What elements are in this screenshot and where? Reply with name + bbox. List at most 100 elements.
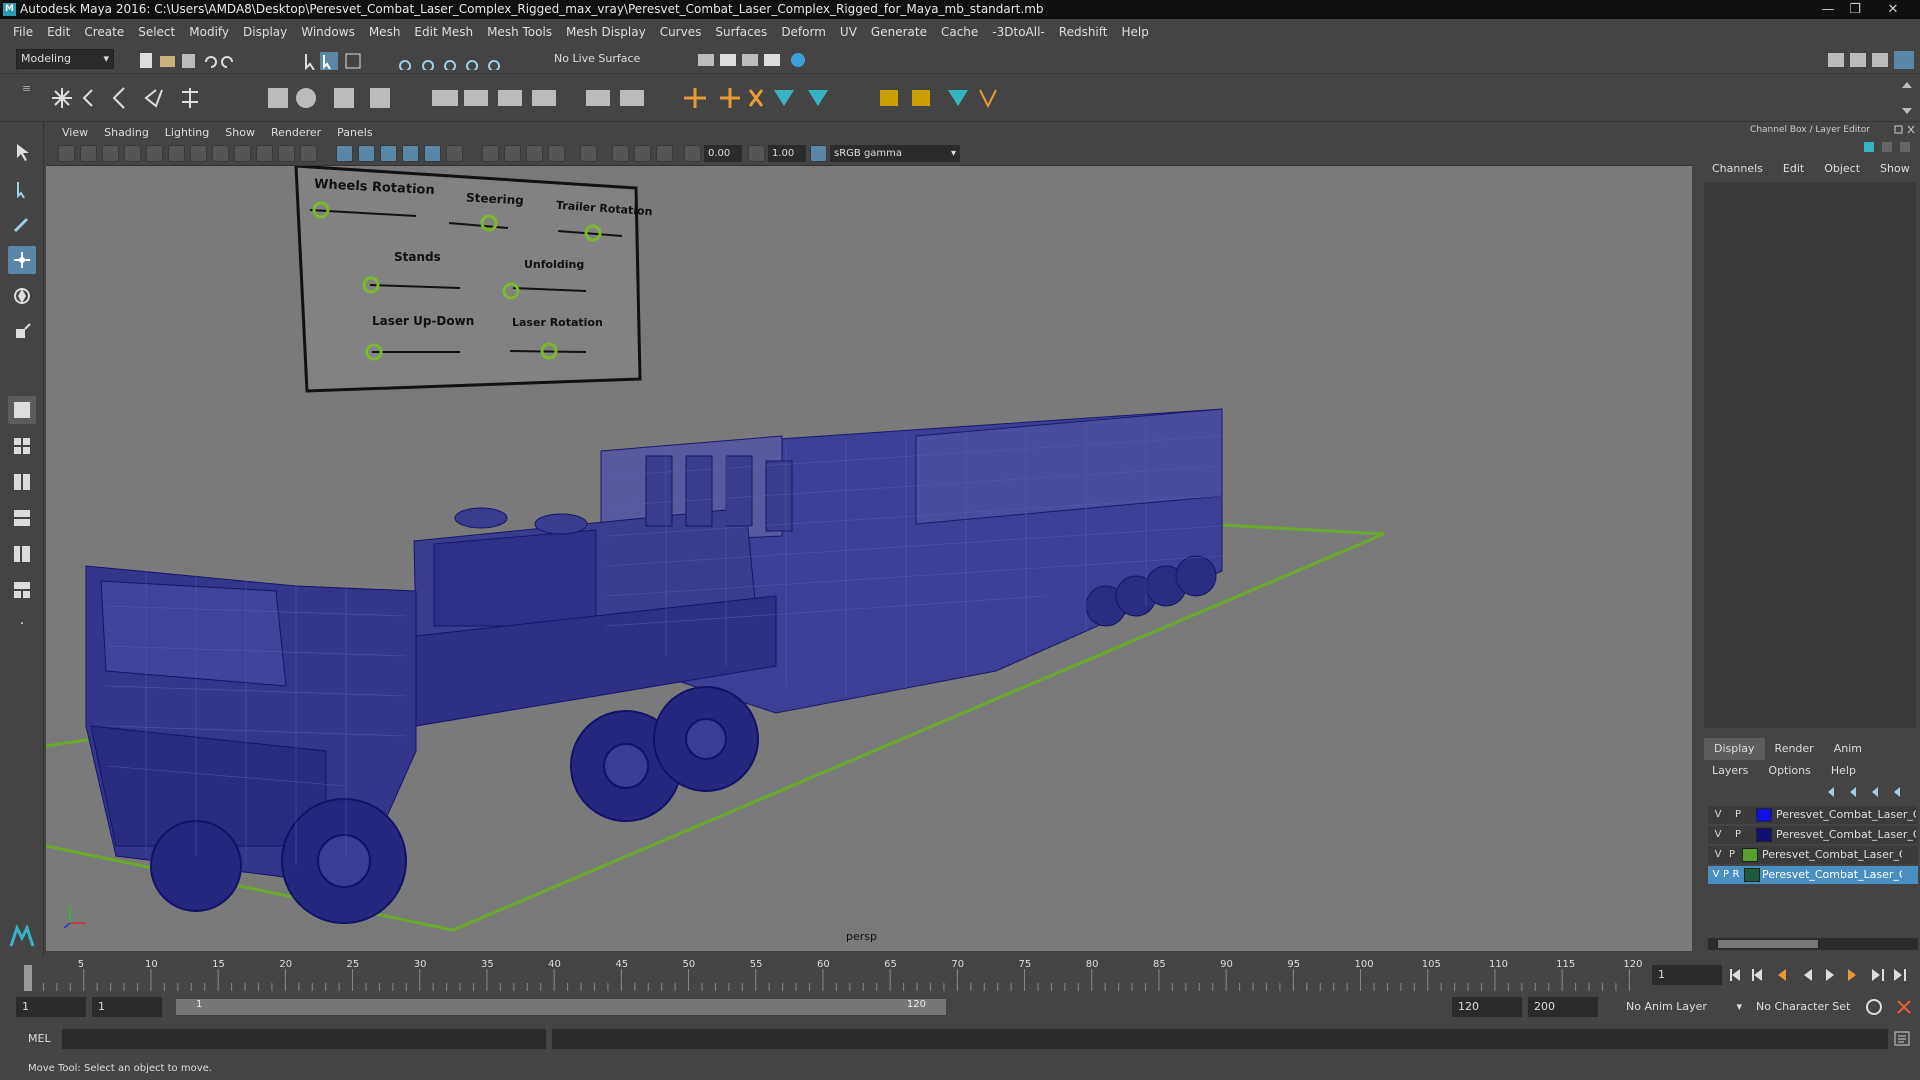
color-management-icon[interactable]: [810, 145, 827, 162]
bookmark-icon[interactable]: [102, 145, 119, 162]
film-gate-icon[interactable]: [190, 145, 207, 162]
workspace-icons[interactable]: [1826, 50, 1918, 70]
wireframe-on-shaded-icon[interactable]: [380, 145, 397, 162]
tab-display[interactable]: Display: [1704, 738, 1765, 760]
file-and-selection-icons[interactable]: [140, 52, 510, 70]
layer-scrollbar[interactable]: [1708, 938, 1918, 950]
close-button[interactable]: ✕: [1869, 0, 1917, 19]
grid-toggle-icon[interactable]: [168, 145, 185, 162]
playback-end-field[interactable]: 120: [1452, 997, 1522, 1017]
menu-surfaces[interactable]: Surfaces: [708, 25, 774, 39]
scene-start-field[interactable]: 1: [16, 997, 86, 1017]
graph-layout-icon[interactable]: [8, 576, 36, 604]
menu-file[interactable]: File: [6, 25, 40, 39]
menu-cache[interactable]: Cache: [934, 25, 985, 39]
safe-title-icon[interactable]: [300, 145, 317, 162]
use-all-lights-icon[interactable]: [424, 145, 441, 162]
ambient-occlusion-icon[interactable]: [482, 145, 499, 162]
wireframe-icon[interactable]: [336, 145, 353, 162]
menu-mesh[interactable]: Mesh: [362, 25, 408, 39]
menu-windows[interactable]: Windows: [294, 25, 362, 39]
exposure-icon[interactable]: [684, 145, 701, 162]
menu-select[interactable]: Select: [131, 25, 182, 39]
isolate-select-icon[interactable]: [580, 145, 597, 162]
grease-pencil-icon[interactable]: [146, 145, 163, 162]
xray-joints-icon[interactable]: [634, 145, 651, 162]
camera-select-icon[interactable]: [58, 145, 75, 162]
maximize-button[interactable]: ❐: [1842, 0, 1868, 19]
depth-of-field-icon[interactable]: [548, 145, 565, 162]
perspective-viewport[interactable]: Wheels Rotation Steering Trailer Rotatio…: [46, 166, 1692, 951]
channels-menu[interactable]: Channels: [1702, 158, 1773, 180]
image-plane-icon[interactable]: [124, 145, 141, 162]
character-set-dropdown[interactable]: No Character Set: [1750, 997, 1870, 1017]
range-slider[interactable]: 1 120: [176, 999, 946, 1015]
resolution-gate-icon[interactable]: [212, 145, 229, 162]
layer-playback-toggle[interactable]: P: [1726, 846, 1738, 864]
layer-color-swatch[interactable]: [1742, 848, 1758, 862]
scene-end-field[interactable]: 200: [1528, 997, 1598, 1017]
layer-color-swatch[interactable]: [1744, 868, 1760, 882]
menu-curves[interactable]: Curves: [653, 25, 709, 39]
move-tool-icon[interactable]: [8, 246, 36, 274]
layers-menu[interactable]: Layers: [1702, 760, 1758, 782]
command-input[interactable]: [62, 1029, 546, 1049]
auto-key-icons[interactable]: [1862, 997, 1918, 1017]
textured-icon[interactable]: [402, 145, 419, 162]
layer-row[interactable]: V P Peresvet_Combat_Laser_Complex_2: [1708, 826, 1918, 844]
object-menu[interactable]: Object: [1814, 158, 1870, 180]
scale-tool-icon[interactable]: [8, 318, 36, 346]
lasso-tool-icon[interactable]: [8, 174, 36, 202]
more-layouts-icon[interactable]: ·: [8, 610, 36, 638]
layer-color-swatch[interactable]: [1756, 828, 1772, 842]
safe-action-icon[interactable]: [278, 145, 295, 162]
menu-modify[interactable]: Modify: [182, 25, 236, 39]
live-surface-label[interactable]: No Live Surface: [554, 52, 640, 65]
layer-visibility-toggle[interactable]: V: [1712, 846, 1724, 864]
paint-select-tool-icon[interactable]: [8, 210, 36, 238]
select-tool-icon[interactable]: [8, 138, 36, 166]
layer-row[interactable]: V P Peresvet_Combat_Laser_Complex_3: [1708, 846, 1918, 864]
render-icons[interactable]: [696, 52, 816, 70]
smooth-shade-icon[interactable]: [358, 145, 375, 162]
viewport-menu-view[interactable]: View: [54, 126, 96, 139]
menu-3dtoall[interactable]: -3DtoAll-: [985, 25, 1051, 39]
viewport-menu-panels[interactable]: Panels: [329, 126, 380, 139]
script-editor-icon[interactable]: [1894, 1031, 1912, 1047]
gamma-field[interactable]: 1.00: [768, 145, 806, 162]
panel-float-close-icons[interactable]: [1894, 124, 1918, 136]
menu-redshift[interactable]: Redshift: [1052, 25, 1115, 39]
menu-edit[interactable]: Edit: [40, 25, 77, 39]
gate-mask-icon[interactable]: [234, 145, 251, 162]
menu-create[interactable]: Create: [77, 25, 131, 39]
xray-icon[interactable]: [612, 145, 629, 162]
current-frame-field[interactable]: 1: [1652, 965, 1722, 985]
viewport-menu-renderer[interactable]: Renderer: [263, 126, 329, 139]
playback-start-field[interactable]: 1: [92, 997, 162, 1017]
camera-attributes-icon[interactable]: [80, 145, 97, 162]
menu-display[interactable]: Display: [236, 25, 294, 39]
current-time-marker[interactable]: [24, 965, 32, 991]
menu-help[interactable]: Help: [1114, 25, 1155, 39]
channel-list[interactable]: [1704, 182, 1916, 728]
layer-row[interactable]: V P Peresvet_Combat_Laser_Complex_1: [1708, 806, 1918, 824]
command-language-label[interactable]: MEL: [28, 1032, 51, 1045]
viewport-menu-lighting[interactable]: Lighting: [157, 126, 217, 139]
tab-render[interactable]: Render: [1765, 738, 1824, 760]
anim-layer-dropdown[interactable]: No Anim Layer ▾: [1620, 997, 1746, 1017]
menu-uv[interactable]: UV: [833, 25, 864, 39]
layer-visibility-toggle[interactable]: V: [1712, 826, 1724, 844]
shadows-icon[interactable]: [446, 145, 463, 162]
layer-reference-toggle[interactable]: R: [1730, 866, 1742, 884]
exposure-field[interactable]: 0.00: [704, 145, 742, 162]
layer-visibility-toggle[interactable]: V: [1712, 806, 1724, 824]
maya-home-icon[interactable]: [8, 922, 36, 950]
shelf-scroll-icon[interactable]: [1900, 78, 1914, 118]
layer-scrollbar-thumb[interactable]: [1718, 940, 1818, 948]
stacked-layout-icon[interactable]: [8, 504, 36, 532]
layer-playback-toggle[interactable]: P: [1732, 826, 1744, 844]
layer-row[interactable]: V P R Peresvet_Combat_Laser_Complex_4: [1708, 866, 1918, 884]
menu-deform[interactable]: Deform: [774, 25, 833, 39]
playback-controls[interactable]: [1726, 965, 1916, 985]
layer-playback-toggle[interactable]: P: [1732, 806, 1744, 824]
